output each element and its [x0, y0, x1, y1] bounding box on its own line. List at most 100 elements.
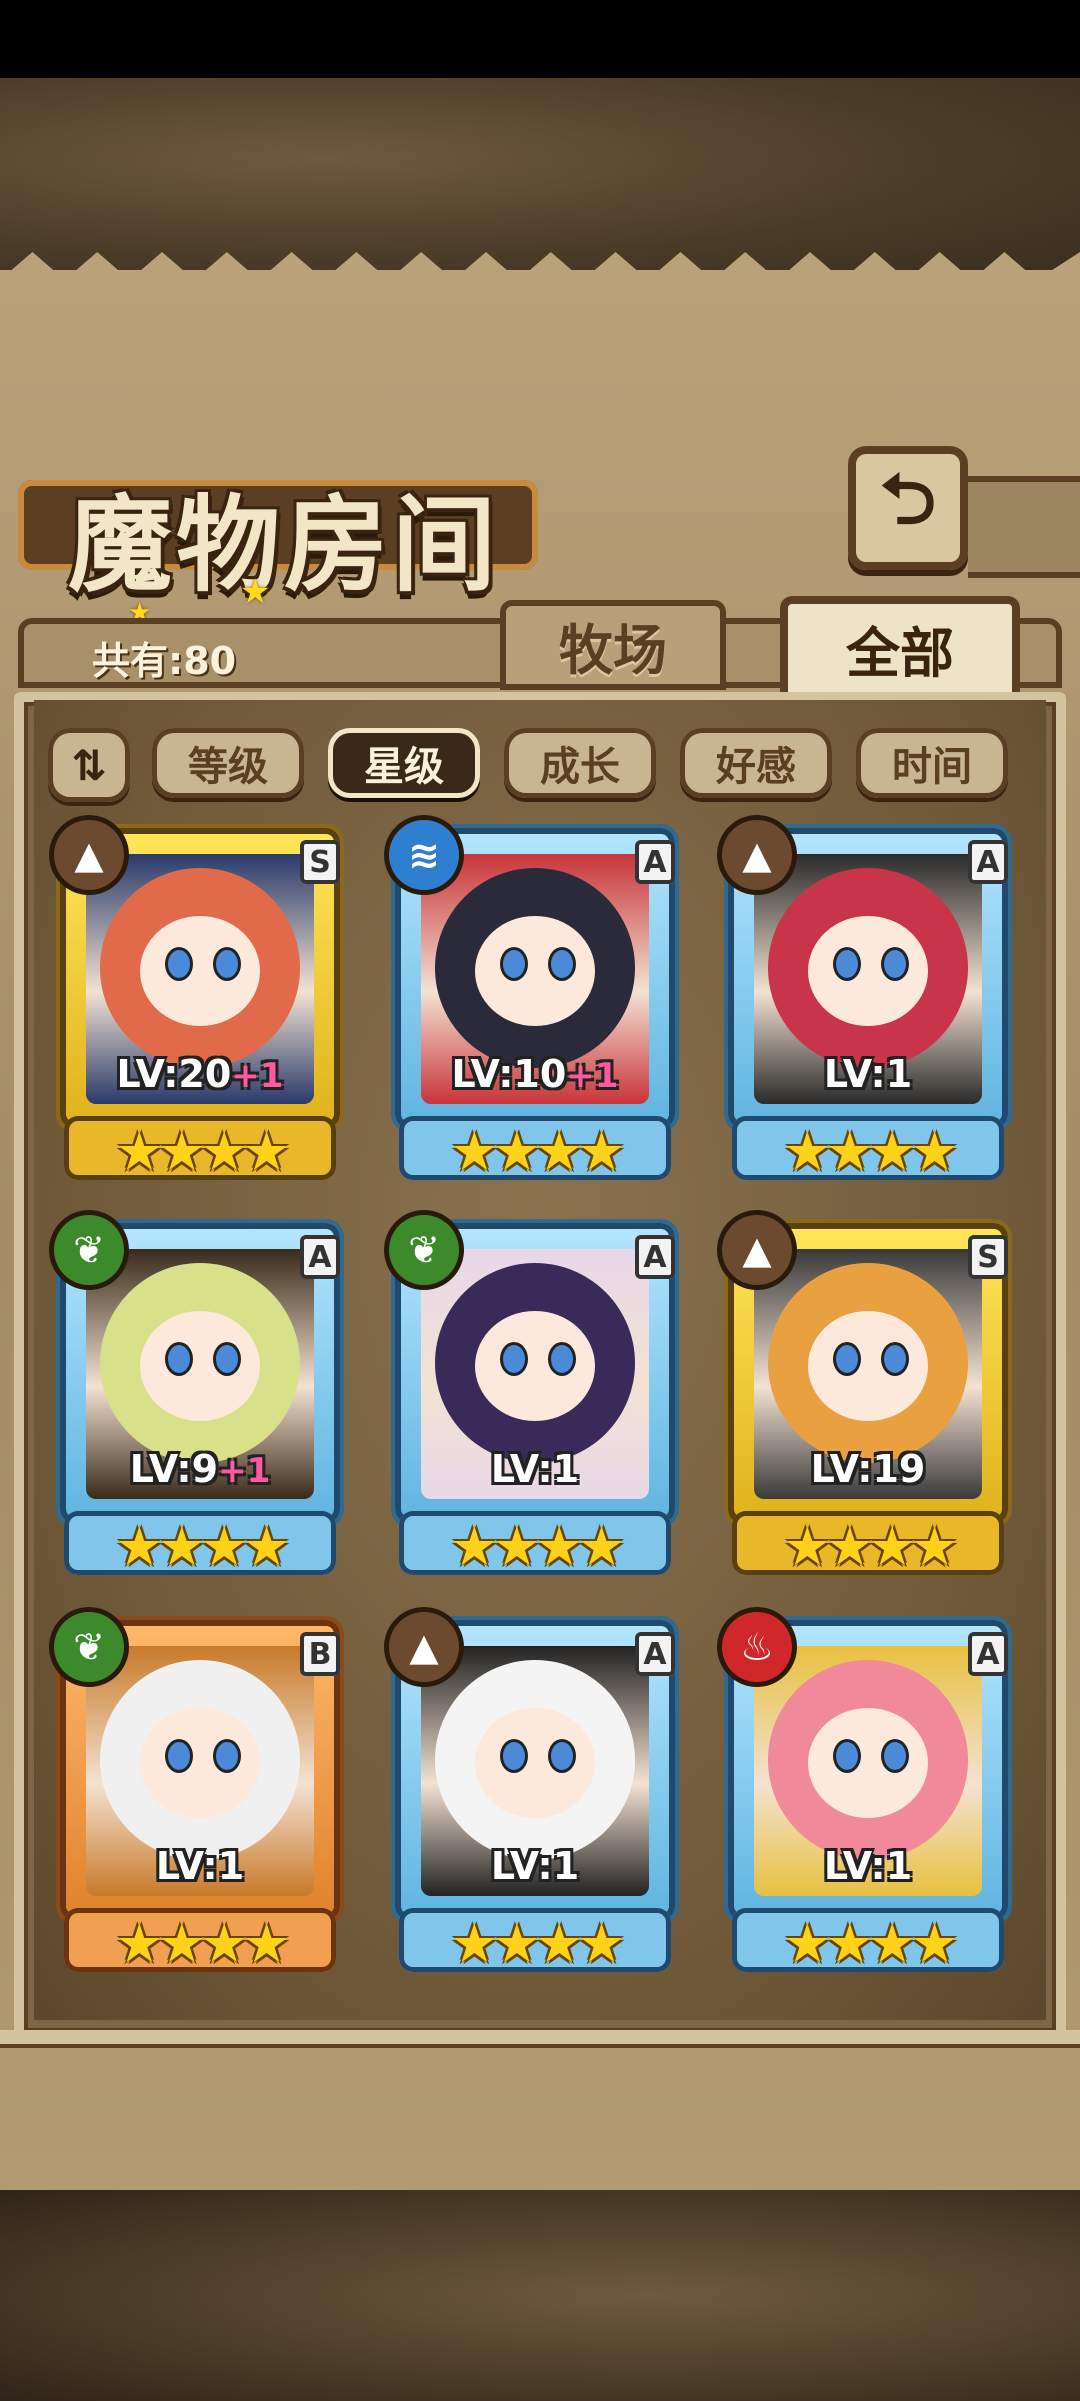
character-eye: [168, 1742, 190, 1770]
monster-card[interactable]: ★★★★ LV:10+1 A ≋: [385, 820, 685, 1183]
character-eye: [836, 1345, 858, 1373]
character-face: [140, 1311, 260, 1421]
character-eye: [884, 1742, 906, 1770]
monster-level: LV:1: [718, 1052, 1018, 1096]
monster-level: LV:19: [718, 1447, 1018, 1491]
character-face: [475, 1708, 595, 1818]
monster-card[interactable]: ★★★★ LV:19 S ▲: [718, 1215, 1018, 1578]
level-text: LV:1: [155, 1844, 245, 1888]
title-plate: 魔物房间: [18, 460, 538, 606]
earth-element-icon: ▲: [389, 1612, 459, 1682]
character-eye: [503, 1742, 525, 1770]
back-rail: [968, 476, 1080, 578]
level-bonus: +1: [218, 1451, 271, 1491]
page-title: 魔物房间: [68, 483, 501, 606]
water-element-icon: ≋: [389, 820, 459, 890]
monster-card[interactable]: ★★★★ LV:1 B ❦: [50, 1612, 350, 1975]
status-bar: [0, 0, 1080, 78]
back-arrow-icon: ⮌: [879, 457, 937, 540]
monster-level: LV:9+1: [50, 1447, 350, 1491]
level-bonus: +1: [231, 1056, 284, 1096]
star-rating: ★★★★: [115, 1515, 291, 1578]
grass-element-icon: ❦: [54, 1215, 124, 1285]
rank-badge: A: [300, 1235, 340, 1279]
filter-affection[interactable]: 好感: [680, 728, 832, 798]
level-text: LV:20: [116, 1052, 232, 1096]
character-eye: [551, 1742, 573, 1770]
level-bonus: +1: [566, 1056, 619, 1096]
monster-card[interactable]: ★★★★ LV:20+1 S ▲: [50, 820, 350, 1183]
character-face: [140, 916, 260, 1026]
monster-card[interactable]: ★★★★ LV:1 A ❦: [385, 1215, 685, 1578]
star-rating: ★★★★: [450, 1912, 626, 1975]
rank-badge: A: [968, 1632, 1008, 1676]
character-face: [808, 916, 928, 1026]
character-eye: [551, 1345, 573, 1373]
character-eye: [884, 950, 906, 978]
star-rating: ★★★★: [450, 1120, 626, 1183]
rank-badge: A: [635, 840, 675, 884]
tab-all[interactable]: 全部: [780, 596, 1020, 700]
back-button[interactable]: ⮌: [848, 446, 968, 570]
grass-element-icon: ❦: [54, 1612, 124, 1682]
character-eye: [503, 1345, 525, 1373]
monster-level: LV:10+1: [385, 1052, 685, 1096]
level-text: LV:1: [823, 1844, 913, 1888]
map-background-top: [0, 78, 1080, 278]
level-text: LV:1: [490, 1447, 580, 1491]
character-eye: [168, 950, 190, 978]
filter-time[interactable]: 时间: [856, 728, 1008, 798]
map-background-bottom: [0, 2190, 1080, 2401]
character-face: [808, 1708, 928, 1818]
monster-level: LV:1: [718, 1844, 1018, 1888]
star-rating: ★★★★: [783, 1912, 959, 1975]
monster-count: 共有:80: [92, 639, 237, 683]
monster-card[interactable]: ★★★★ LV:1 A ▲: [385, 1612, 685, 1975]
rank-badge: S: [300, 840, 340, 884]
character-eye: [884, 1345, 906, 1373]
level-text: LV:9: [129, 1447, 219, 1491]
tab-ranch[interactable]: 牧场: [500, 600, 726, 690]
character-eye: [216, 950, 238, 978]
filter-star[interactable]: 星级: [328, 728, 480, 798]
rank-badge: S: [968, 1235, 1008, 1279]
monster-level: LV:20+1: [50, 1052, 350, 1096]
earth-element-icon: ▲: [722, 1215, 792, 1285]
star-rating: ★★★★: [115, 1912, 291, 1975]
earth-element-icon: ▲: [722, 820, 792, 890]
monster-level: LV:1: [385, 1447, 685, 1491]
level-text: LV:10: [451, 1052, 567, 1096]
character-face: [140, 1708, 260, 1818]
character-eye: [503, 950, 525, 978]
character-eye: [551, 950, 573, 978]
level-text: LV:1: [490, 1844, 580, 1888]
sort-order-button[interactable]: ⇅: [48, 728, 130, 802]
character-eye: [216, 1742, 238, 1770]
rank-badge: A: [635, 1235, 675, 1279]
character-eye: [216, 1345, 238, 1373]
star-rating: ★★★★: [783, 1515, 959, 1578]
character-eye: [836, 950, 858, 978]
level-text: LV:19: [810, 1447, 926, 1491]
panel-bottom-border: [0, 2030, 1080, 2044]
monster-card[interactable]: ★★★★ LV:1 A ▲: [718, 820, 1018, 1183]
character-eye: [168, 1345, 190, 1373]
character-face: [808, 1311, 928, 1421]
sparkle-icon: ★: [240, 572, 271, 612]
monster-level: LV:1: [385, 1844, 685, 1888]
grass-element-icon: ❦: [389, 1215, 459, 1285]
filter-level[interactable]: 等级: [152, 728, 304, 798]
rank-badge: A: [968, 840, 1008, 884]
monster-level: LV:1: [50, 1844, 350, 1888]
rank-badge: B: [300, 1632, 340, 1676]
rank-badge: A: [635, 1632, 675, 1676]
star-rating: ★★★★: [783, 1120, 959, 1183]
character-face: [475, 916, 595, 1026]
monster-card[interactable]: ★★★★ LV:1 A ♨: [718, 1612, 1018, 1975]
star-rating: ★★★★: [115, 1120, 291, 1183]
level-text: LV:1: [823, 1052, 913, 1096]
character-eye: [836, 1742, 858, 1770]
monster-card[interactable]: ★★★★ LV:9+1 A ❦: [50, 1215, 350, 1578]
character-face: [475, 1311, 595, 1421]
filter-growth[interactable]: 成长: [504, 728, 656, 798]
